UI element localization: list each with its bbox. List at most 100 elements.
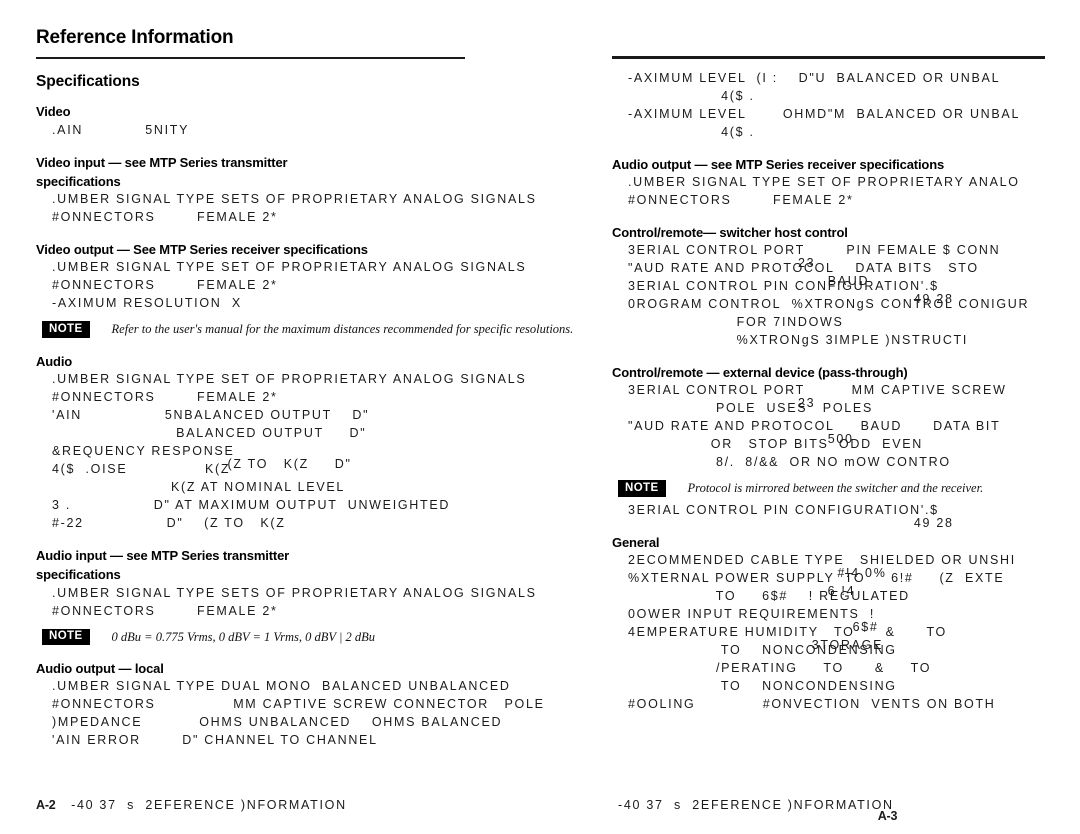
spec-value: 4($ . <box>721 124 755 139</box>
spec-label: .UMBER SIGNAL TYPE <box>52 679 216 694</box>
heading-control-host: Control/remote— switcher host control <box>612 224 848 240</box>
spec-value: %XTRONgS 3IMPLE )NSTRUCTI <box>736 332 969 347</box>
note-badge: NOTE <box>42 628 90 646</box>
spec-row: "AUD RATE AND PROTOCOL BAUD DATA BITS STO <box>628 260 979 288</box>
spec-label: 2ECOMMENDED CABLE TYPE <box>628 553 845 568</box>
right-column: -AXIMUM LEVEL (I : D"U BALANCED OR UNBAL… <box>612 28 1080 713</box>
note-badge: NOTE <box>42 321 90 338</box>
spec-value: %XTRONgS CONTROL CONIGUR <box>791 296 1030 311</box>
spec-row: -AXIMUM RESOLUTION X <box>36 294 636 312</box>
spec-row: 3ERIAL CONTROL PORT 23 PIN FEMALE $ CONN <box>628 242 1001 270</box>
heading-audio-output-receiver: Audio output — see MTP Series receiver s… <box>612 156 945 172</box>
spec-row: K(Z AT NOMINAL LEVEL <box>36 478 636 496</box>
section-title-specifications: Specifications <box>36 73 140 91</box>
spec-label: 3 . <box>52 498 71 513</box>
spec-value: TO 6$# ! REGULATED <box>715 589 910 604</box>
spec-label: 0ROGRAM CONTROL <box>628 296 782 311</box>
spec-value: D"U BALANCED OR UNBAL <box>798 70 1001 85</box>
spec-label: .UMBER SIGNAL TYPE <box>628 174 792 189</box>
spec-row: /PERATING TO & TO <box>612 659 1080 677</box>
spec-label: 3ERIAL CONTROL PORT <box>628 242 806 257</box>
spec-row: .UMBER SIGNAL TYPE SET OF PROPRIETARY AN… <box>36 258 636 276</box>
spec-row: .UMBER SIGNAL TYPE DUAL MONO BALANCED UN… <box>36 677 636 695</box>
spec-row: 'AIN 5NBALANCED OUTPUT D" <box>36 406 636 424</box>
spec-value: FOR 7INDOWS <box>736 314 844 329</box>
spec-label: 'AIN <box>52 408 83 423</box>
spec-value: POLE USES POLES <box>715 401 873 416</box>
spec-value: 4($ . <box>721 88 755 103</box>
left-column: Reference Information Specifications Vid… <box>36 27 636 749</box>
document-page: Reference Information Specifications Vid… <box>0 0 1080 834</box>
note-callout: NOTE 0 dBu = 0.775 Vrms, 0 dBV = 1 Vrms,… <box>42 628 636 646</box>
heading-video-input: Video input — see MTP Series transmitter <box>36 154 288 170</box>
spec-value: TO NONCONDENSING <box>720 679 897 694</box>
spec-row: 4($ . <box>612 87 1080 105</box>
spec-value: #ONVECTION VENTS ON BOTH <box>762 697 996 712</box>
spec-label: #ONNECTORS <box>52 603 156 618</box>
spec-label: #ONNECTORS <box>52 697 156 712</box>
spec-value: K(Z <box>204 462 231 477</box>
spec-value: DUAL MONO BALANCED UNBALANCED <box>221 679 511 694</box>
heading-audio-input: Audio input — see MTP Series transmitter <box>36 548 290 564</box>
spec-label: "AUD RATE AND PROTOCOL <box>628 419 835 434</box>
spec-value: BALANCED OUTPUT D" <box>176 426 367 441</box>
note-badge: NOTE <box>618 480 666 497</box>
spec-value: FEMALE 2* <box>772 192 854 207</box>
spec-value: FEMALE 2* <box>196 603 278 618</box>
spec-row: .UMBER SIGNAL TYPE SET OF PROPRIETARY AN… <box>36 370 636 388</box>
spec-value: SET OF PROPRIETARY ANALOG SIGNALS <box>221 260 527 275</box>
spec-label: -AXIMUM LEVEL (I : <box>628 70 778 85</box>
spec-label: #ONNECTORS <box>628 192 732 207</box>
spec-value: 8/. 8/&& OR NO mOW CONTRO <box>715 455 951 470</box>
spec-value: /PERATING TO & TO <box>715 661 932 676</box>
spec-label: #-22 <box>52 516 84 531</box>
footer-left-text: -40 37 s 2EFERENCE )NFORMATION <box>71 798 347 812</box>
spec-row: 8/. 8/&& OR NO mOW CONTRO <box>612 453 1080 471</box>
spec-value: D" (Z TO K(Z <box>166 516 286 531</box>
spec-row: 0OWER INPUT REQUIREMENTS 6$# ! <box>628 607 879 635</box>
footer-right-text: -40 37 s 2EFERENCE )NFORMATION <box>618 798 894 812</box>
heading-audio-output-local: Audio output — local <box>36 661 164 677</box>
title-rule <box>36 56 465 60</box>
spec-row: .UMBER SIGNAL TYPE SET OF PROPRIETARY AN… <box>612 173 1080 191</box>
spec-value: SETS OF PROPRIETARY ANALOG SIGNALS <box>221 192 537 206</box>
spec-row: #ONNECTORS MM CAPTIVE SCREW CONNECTOR PO… <box>36 695 636 713</box>
spec-label: 'AIN ERROR <box>52 733 141 748</box>
spec-row: 3ERIAL CONTROL PORT 23 MM CAPTIVE SCREW <box>628 383 1007 411</box>
note-callout: NOTE Protocol is mirrored between the sw… <box>618 480 1080 497</box>
spec-value: D" CHANNEL TO CHANNEL <box>182 733 378 748</box>
spec-value: FEMALE 2* <box>196 390 278 405</box>
spec-value: SET OF PROPRIETARY ANALO <box>797 174 1020 189</box>
spec-value: FEMALE 2* <box>196 210 278 224</box>
spec-row: 4($ .OISE K(Z <box>36 460 636 478</box>
spec-value: FEMALE 2* <box>196 278 278 293</box>
spec-row: 3ERIAL CONTROL PIN CONFIGURATION 49 28 '.$ <box>628 502 954 530</box>
spec-row: &REQUENCY RESPONSE (Z TO K(Z D" <box>52 444 352 472</box>
spec-label: #ONNECTORS <box>52 278 156 293</box>
spec-row: %XTERNAL POWER SUPPLY 6 !4 TO 6!# (Z EXTE <box>628 571 1005 599</box>
spec-value: OHMS UNBALANCED OHMS BALANCED <box>199 715 503 730</box>
right-top-rule <box>612 56 1045 59</box>
spec-value: TO 6!# (Z EXTE <box>844 571 1005 586</box>
spec-row: BALANCED OUTPUT D" <box>36 424 636 442</box>
heading-video-output: Video output — See MTP Series receiver s… <box>36 242 368 257</box>
spec-row: TO NONCONDENSING <box>612 641 1080 659</box>
spec-label: 4($ .OISE <box>52 462 128 477</box>
spec-label: .UMBER SIGNAL TYPE <box>52 192 216 206</box>
spec-label: .UMBER SIGNAL TYPE <box>52 585 216 600</box>
spec-value: MM CAPTIVE SCREW <box>851 383 1007 398</box>
spec-label: #ONNECTORS <box>52 210 156 224</box>
spec-label: .AIN <box>52 122 84 137</box>
spec-label: "AUD RATE AND PROTOCOL <box>628 260 835 275</box>
spec-row: FOR 7INDOWS <box>612 313 1080 331</box>
spec-value: SETS OF PROPRIETARY ANALOG SIGNALS <box>221 585 537 600</box>
spec-row: #ONNECTORS FEMALE 2* <box>36 276 636 294</box>
spec-row: .AIN 5NITY <box>36 121 636 139</box>
spec-label: .UMBER SIGNAL TYPE <box>52 260 216 275</box>
spec-row: 4($ . <box>612 123 1080 141</box>
heading-video-input-cont: specifications <box>36 173 121 189</box>
spec-label: 3ERIAL CONTROL PIN CONFIGURATION <box>628 278 921 293</box>
spec-value: MM CAPTIVE SCREW CONNECTOR POLE <box>233 697 545 712</box>
note-text: 0 dBu = 0.775 Vrms, 0 dBV = 1 Vrms, 0 dB… <box>111 629 376 644</box>
spec-value: BAUD DATA BIT <box>860 419 1001 434</box>
